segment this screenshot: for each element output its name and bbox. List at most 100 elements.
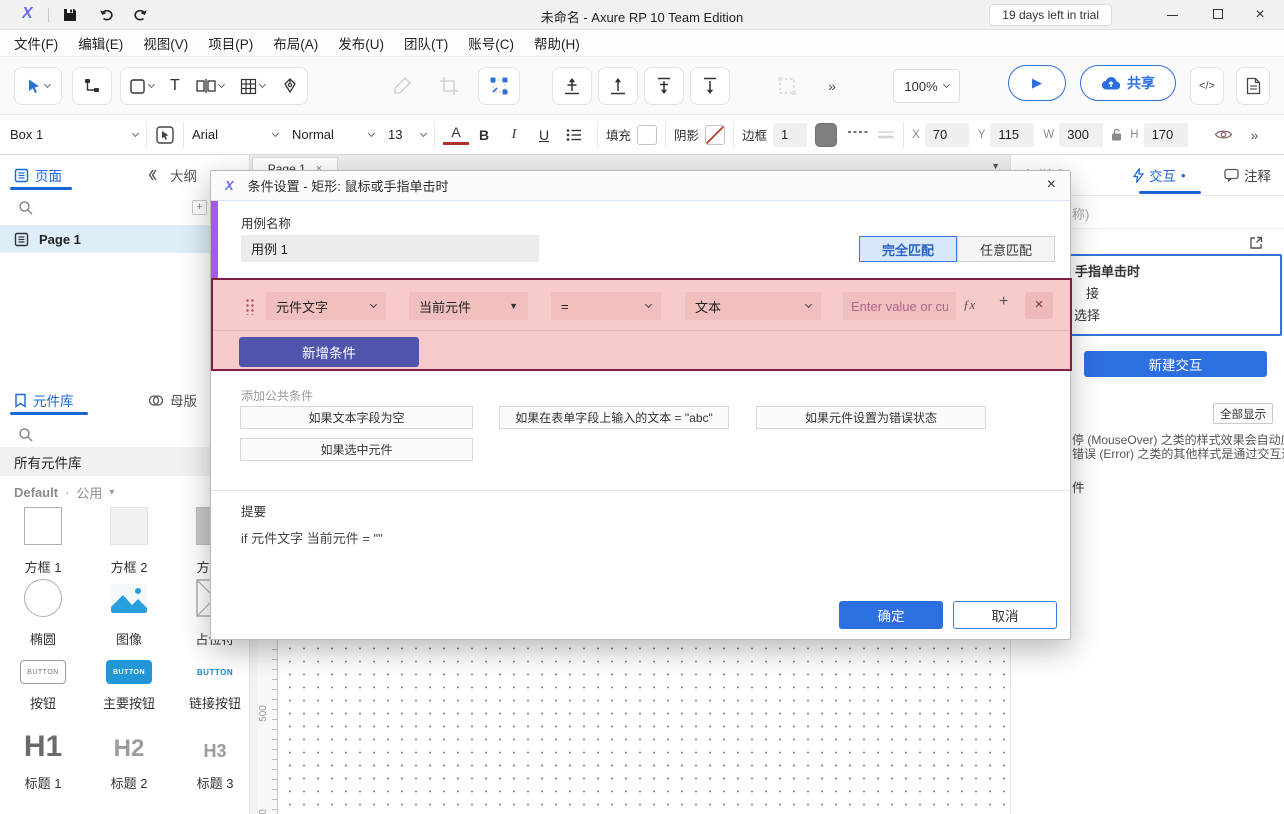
- widget-link-button[interactable]: BUTTON 链接按钮: [172, 660, 250, 712]
- pages-search[interactable]: [18, 200, 34, 216]
- condition-type-select[interactable]: 文本: [685, 292, 821, 320]
- border-color-swatch[interactable]: [815, 123, 837, 147]
- shadow-swatch[interactable]: [705, 125, 725, 145]
- distribute-horizontal-button[interactable]: [644, 67, 684, 105]
- common-condition-button[interactable]: 如果在表单字段上输入的文本 = "abc": [499, 406, 729, 429]
- show-all-button[interactable]: 全部显示: [1213, 403, 1273, 424]
- widget-primary-button[interactable]: BUTTON 主要按钮: [86, 660, 172, 712]
- common-condition-button[interactable]: 如果元件设置为错误状态: [756, 406, 986, 429]
- minimize-button[interactable]: [1152, 0, 1192, 30]
- tab-masters[interactable]: 母版: [148, 390, 197, 410]
- underline-button[interactable]: U: [529, 127, 559, 143]
- w-field[interactable]: 300: [1059, 123, 1103, 147]
- menu-help[interactable]: 帮助(H): [534, 33, 580, 53]
- expand-panel-icon[interactable]: [1248, 235, 1264, 251]
- widget-box2[interactable]: 方框 2: [86, 507, 172, 576]
- zoom-select[interactable]: 100%: [893, 69, 960, 103]
- widget-h1[interactable]: H1 标题 1: [0, 727, 86, 792]
- new-interaction-button[interactable]: 新建交互: [1084, 351, 1267, 377]
- transform-tool-button[interactable]: [478, 67, 520, 105]
- visibility-eye-icon[interactable]: [1214, 128, 1233, 141]
- tab-widget-library[interactable]: 元件库: [14, 390, 74, 410]
- match-any-button[interactable]: 任意匹配: [957, 236, 1055, 262]
- tab-pages[interactable]: 页面: [14, 165, 62, 185]
- spec-document-button[interactable]: [1236, 67, 1270, 105]
- menu-publish[interactable]: 发布(U): [338, 33, 384, 53]
- code-export-button[interactable]: </>: [1190, 67, 1224, 105]
- share-button[interactable]: 共享: [1080, 65, 1176, 101]
- table-tool-button[interactable]: [232, 68, 273, 104]
- widget-image[interactable]: 图像: [86, 579, 172, 648]
- menu-file[interactable]: 文件(F): [14, 33, 58, 53]
- dropdown-arrow-icon: ▼: [509, 301, 518, 311]
- drag-handle-icon[interactable]: [245, 298, 254, 315]
- more-tools-button[interactable]: »: [818, 67, 846, 105]
- text-tool-button[interactable]: T: [162, 68, 188, 104]
- align-top-button[interactable]: [552, 67, 592, 105]
- more-style-options-button[interactable]: »: [1251, 127, 1259, 143]
- distribute-vertical-button[interactable]: [690, 67, 730, 105]
- menu-project[interactable]: 项目(P): [208, 33, 253, 53]
- widget-style-select[interactable]: Box 1: [10, 127, 138, 142]
- x-field[interactable]: 70: [925, 123, 969, 147]
- font-weight-select[interactable]: Normal: [292, 127, 374, 142]
- widget-h3[interactable]: H3 标题 3: [172, 727, 250, 792]
- tab-interactions[interactable]: 交互 •: [1133, 165, 1186, 185]
- pen-tool-button[interactable]: [273, 68, 307, 104]
- italic-button[interactable]: I: [499, 127, 529, 143]
- common-condition-button[interactable]: 如果选中元件: [240, 438, 473, 461]
- case-name-input[interactable]: [241, 235, 539, 262]
- remove-row-button[interactable]: ×: [1025, 292, 1053, 319]
- cancel-button[interactable]: 取消: [953, 601, 1057, 629]
- add-row-button[interactable]: +: [999, 293, 1008, 311]
- close-dialog-button[interactable]: ×: [1047, 176, 1056, 194]
- h-field[interactable]: 170: [1144, 123, 1188, 147]
- condition-target-select[interactable]: 当前元件 ▼: [409, 292, 528, 320]
- fill-color-swatch[interactable]: [637, 125, 657, 145]
- undo-icon[interactable]: [98, 7, 115, 23]
- widget-h2[interactable]: H2 标题 2: [86, 727, 172, 792]
- tab-outline[interactable]: 大纲: [148, 165, 197, 185]
- widget-search[interactable]: [18, 427, 34, 443]
- style-picker-icon[interactable]: [155, 125, 175, 145]
- menu-account[interactable]: 账号(C): [468, 33, 514, 53]
- fx-button[interactable]: ƒx: [963, 297, 975, 313]
- menu-edit[interactable]: 编辑(E): [78, 33, 123, 53]
- add-condition-button[interactable]: 新增条件: [239, 337, 419, 367]
- connector-tool-button[interactable]: [72, 67, 112, 105]
- maximize-button[interactable]: [1198, 0, 1238, 30]
- font-size-select[interactable]: 13: [388, 127, 426, 142]
- condition-operator-select[interactable]: =: [551, 292, 661, 320]
- align-bottom-button[interactable]: [598, 67, 638, 105]
- condition-field-select[interactable]: 元件文字: [266, 292, 386, 320]
- bullet-list-button[interactable]: [559, 128, 589, 142]
- match-all-button[interactable]: 完全匹配: [859, 236, 957, 262]
- border-style-button[interactable]: [847, 129, 869, 141]
- placeholder-tool-button[interactable]: [188, 68, 232, 104]
- widget-button[interactable]: BUTTON 按钮: [0, 660, 86, 712]
- widget-name-placeholder[interactable]: 称): [1072, 204, 1089, 223]
- close-window-button[interactable]: ×: [1240, 0, 1280, 30]
- font-family-select[interactable]: Arial: [192, 127, 278, 142]
- border-width-field[interactable]: 1: [773, 123, 807, 147]
- widget-ellipse[interactable]: 椭圆: [0, 579, 86, 648]
- menu-team[interactable]: 团队(T): [404, 33, 448, 53]
- widget-box1[interactable]: 方框 1: [0, 507, 86, 576]
- select-tool-button[interactable]: [14, 67, 62, 105]
- add-page-button[interactable]: +: [192, 200, 207, 215]
- bold-button[interactable]: B: [469, 127, 499, 143]
- condition-value-input[interactable]: [843, 292, 956, 320]
- menu-arrange[interactable]: 布局(A): [273, 33, 318, 53]
- rectangle-tool-button[interactable]: [121, 68, 162, 104]
- y-field[interactable]: 115: [990, 123, 1034, 147]
- library-filter[interactable]: Default · 公用 ▾: [14, 483, 114, 502]
- tab-notes[interactable]: 注释: [1224, 165, 1271, 185]
- redo-icon[interactable]: [132, 7, 149, 23]
- lock-ratio-icon[interactable]: [1110, 127, 1123, 142]
- save-icon[interactable]: [62, 7, 78, 23]
- font-color-button[interactable]: A: [443, 125, 469, 145]
- ok-button[interactable]: 确定: [839, 601, 943, 629]
- menu-view[interactable]: 视图(V): [143, 33, 188, 53]
- preview-button[interactable]: ▶: [1008, 65, 1066, 101]
- common-condition-button[interactable]: 如果文本字段为空: [240, 406, 473, 429]
